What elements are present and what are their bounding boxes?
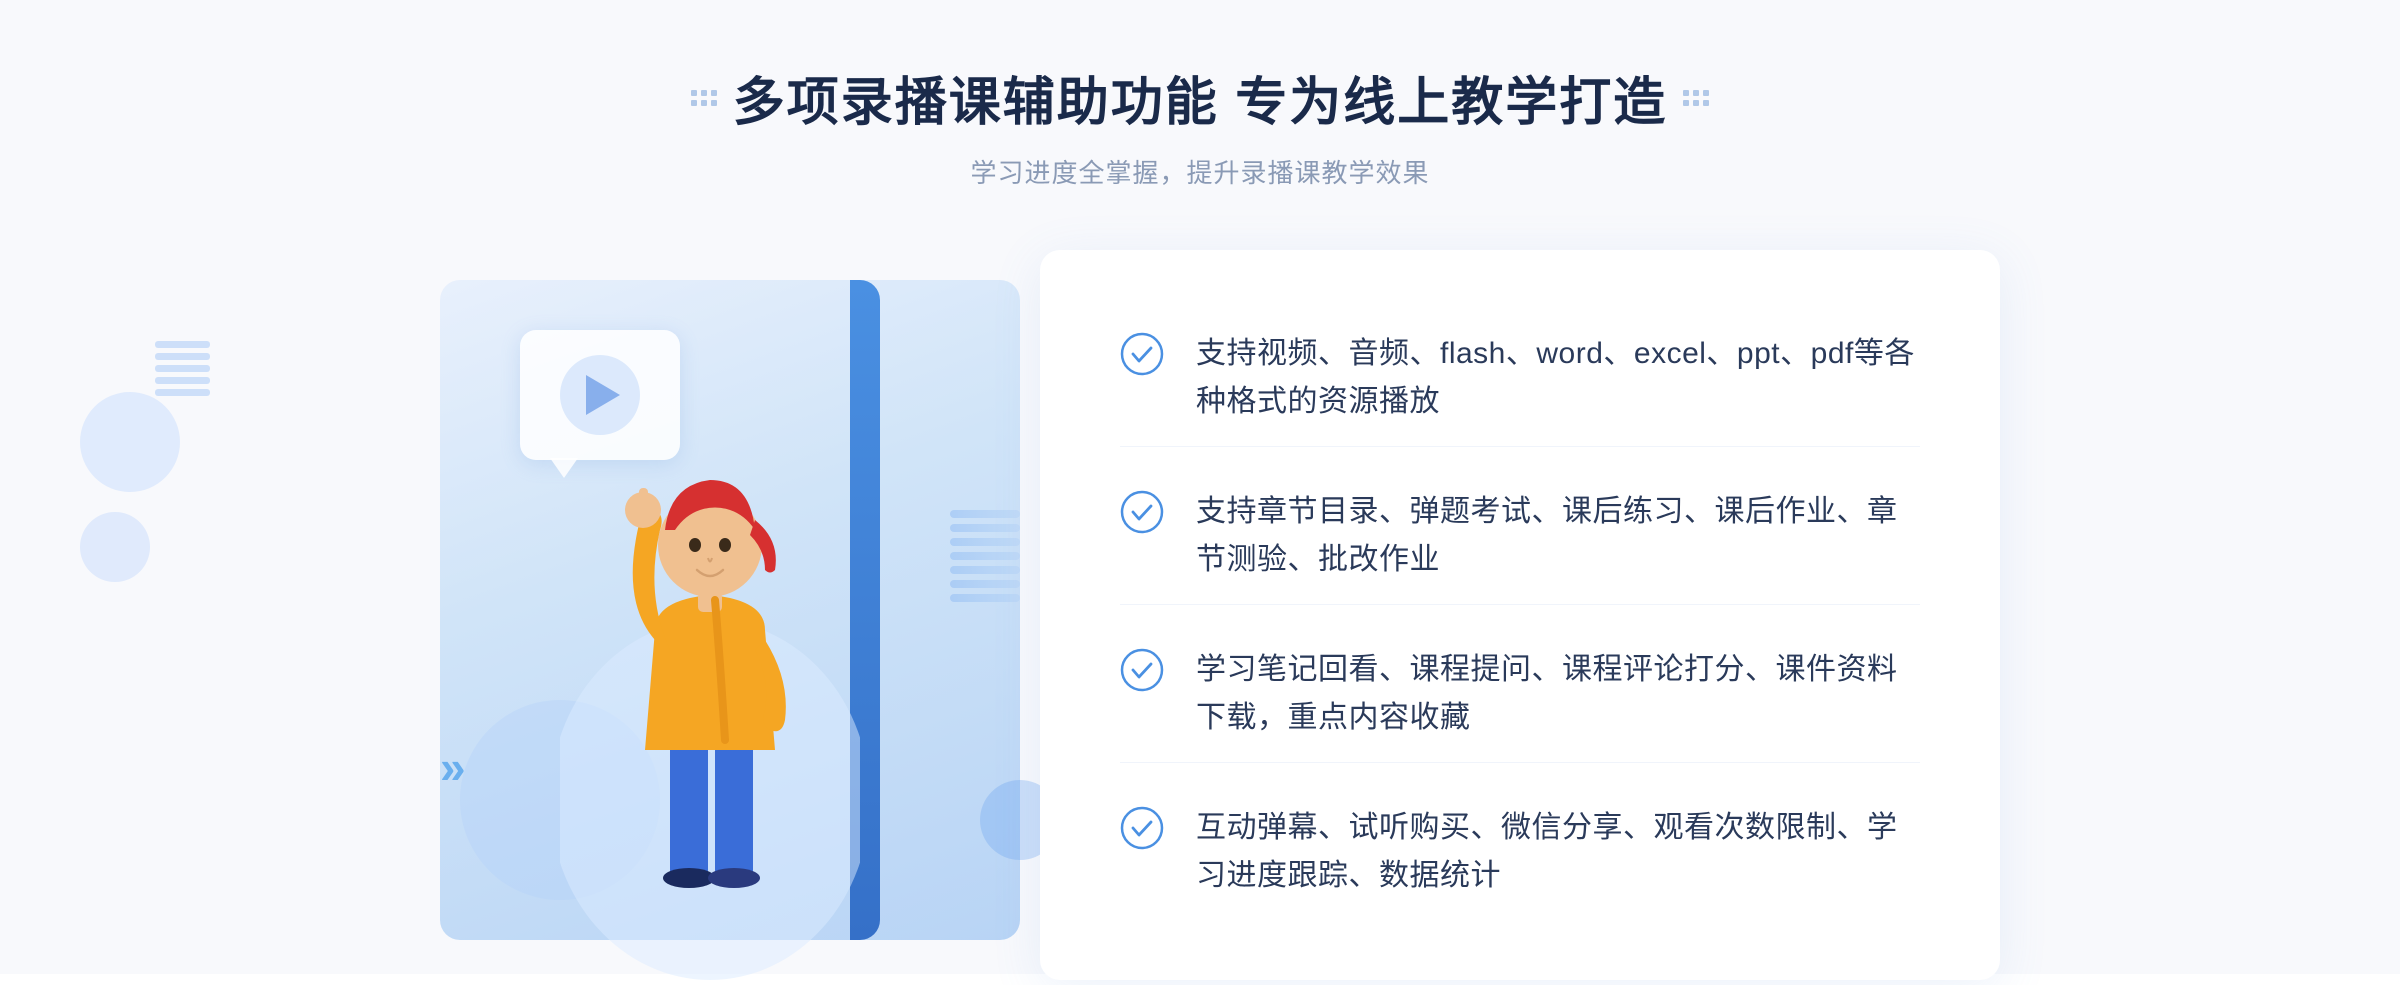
content-panel: 支持视频、音频、flash、word、excel、ppt、pdf等各种格式的资源… [1040, 250, 2000, 980]
feature-text-1: 支持视频、音频、flash、word、excel、ppt、pdf等各种格式的资源… [1196, 330, 1920, 426]
outer-circle-small [80, 512, 150, 582]
stripe-2 [155, 353, 210, 360]
illustration-area: » [400, 250, 1080, 980]
stripes-decoration [950, 510, 1020, 610]
check-icon-4 [1120, 806, 1164, 850]
subtitle: 学习进度全掌握，提升录播课教学效果 [691, 153, 1709, 190]
stripe-line-5 [950, 566, 1020, 574]
stripe-line-4 [950, 552, 1020, 560]
page-container: 多项录播课辅助功能 专为线上教学打造 学习进度全掌握，提升录播课教学效果 [0, 0, 2400, 974]
left-arrows-icon: » [440, 740, 466, 794]
main-title: 多项录播课辅助功能 专为线上教学打造 [733, 60, 1667, 135]
outer-left-decoration [80, 392, 180, 582]
stripe-line-1 [950, 510, 1020, 518]
stripe-3 [155, 365, 210, 372]
left-decoration-dots [691, 90, 717, 106]
check-icon-1 [1120, 332, 1164, 376]
right-decoration-dots [1683, 90, 1709, 106]
stripe-line-7 [950, 594, 1020, 602]
check-icon-2 [1120, 490, 1164, 534]
stripe-5 [155, 389, 210, 396]
feature-item-1: 支持视频、音频、flash、word、excel、ppt、pdf等各种格式的资源… [1120, 310, 1920, 447]
feature-item-4: 互动弹幕、试听购买、微信分享、观看次数限制、学习进度跟踪、数据统计 [1120, 784, 1920, 920]
stripe-line-3 [950, 538, 1020, 546]
feature-item-2: 支持章节目录、弹题考试、课后练习、课后作业、章节测验、批改作业 [1120, 468, 1920, 605]
outer-circle-large [80, 392, 180, 492]
stripe-4 [155, 377, 210, 384]
feature-item-3: 学习笔记回看、课程提问、课程评论打分、课件资料下载，重点内容收藏 [1120, 626, 1920, 763]
stripe-line-2 [950, 524, 1020, 532]
stripe-1 [155, 341, 210, 348]
feature-text-4: 互动弹幕、试听购买、微信分享、观看次数限制、学习进度跟踪、数据统计 [1196, 804, 1920, 900]
header-section: 多项录播课辅助功能 专为线上教学打造 学习进度全掌握，提升录播课教学效果 [691, 60, 1709, 190]
title-row: 多项录播课辅助功能 专为线上教学打造 [691, 60, 1709, 135]
check-icon-3 [1120, 648, 1164, 692]
outer-stripes [155, 341, 210, 401]
feature-text-2: 支持章节目录、弹题考试、课后练习、课后作业、章节测验、批改作业 [1196, 488, 1920, 584]
stripe-line-6 [950, 580, 1020, 588]
feature-text-3: 学习笔记回看、课程提问、课程评论打分、课件资料下载，重点内容收藏 [1196, 646, 1920, 742]
figure-illustration [560, 400, 860, 980]
main-content: » [400, 250, 2000, 980]
